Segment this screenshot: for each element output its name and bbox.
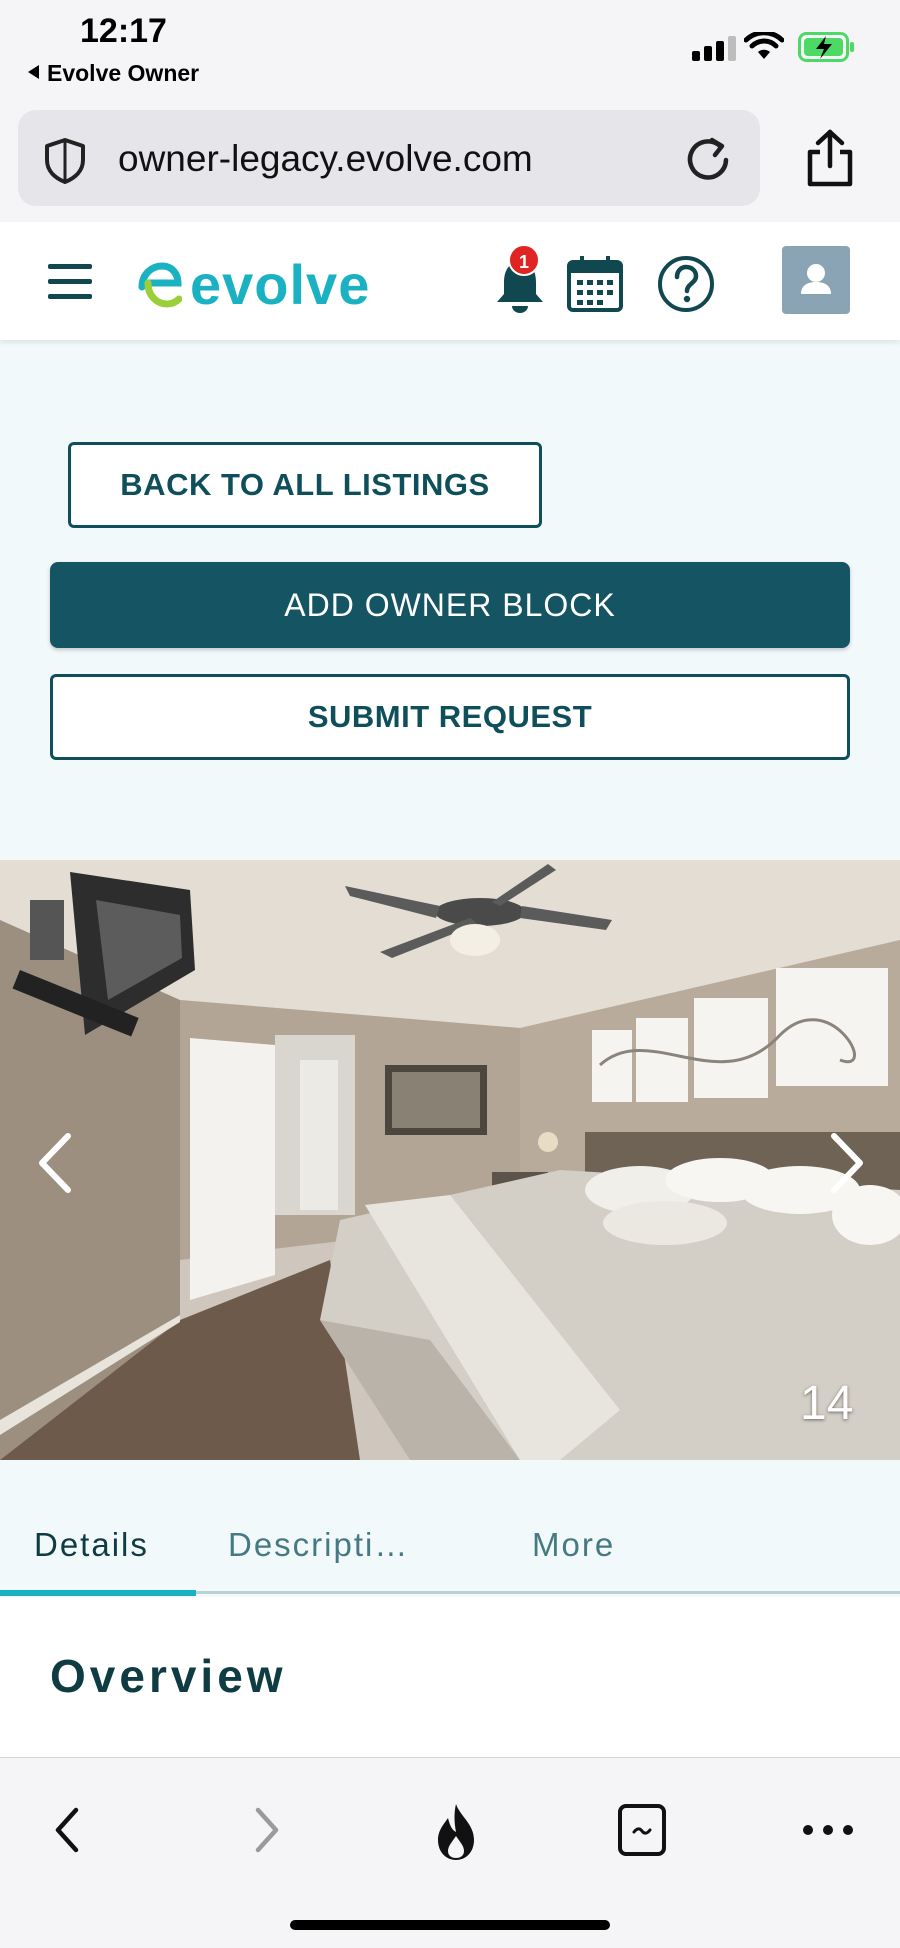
submit-request-button[interactable]: SUBMIT REQUEST (50, 674, 850, 760)
site-header: evolve 1 (0, 222, 900, 340)
next-photo-icon[interactable] (822, 1128, 872, 1198)
home-indicator (290, 1920, 610, 1930)
overview-section: Overview (0, 1597, 900, 1757)
browser-forward-icon[interactable] (246, 1800, 286, 1860)
back-to-all-listings-button[interactable]: BACK TO ALL LISTINGS (68, 442, 542, 528)
notification-count-badge: 1 (508, 244, 540, 276)
tab-description[interactable]: Descripti… (228, 1526, 409, 1564)
tabs-icon[interactable] (616, 1800, 668, 1860)
back-app-label: Evolve Owner (47, 60, 200, 86)
browser-toolbar (0, 1757, 900, 1948)
user-icon (801, 264, 831, 294)
status-time: 12:17 (80, 12, 167, 50)
previous-photo-icon[interactable] (30, 1128, 80, 1198)
back-triangle-icon (28, 65, 39, 79)
more-options-icon[interactable] (798, 1800, 858, 1860)
shield-icon (45, 138, 85, 184)
browser-back-icon[interactable] (48, 1800, 88, 1860)
evolve-logo[interactable]: evolve (136, 252, 370, 317)
address-bar[interactable]: owner-legacy.evolve.com (18, 110, 760, 206)
tab-details[interactable]: Details (34, 1526, 149, 1564)
reload-icon[interactable] (682, 134, 734, 186)
listing-photo-carousel[interactable]: 14 (0, 860, 900, 1460)
battery-charging-icon (798, 32, 854, 62)
logo-wordmark: evolve (190, 253, 371, 316)
help-icon[interactable] (656, 254, 716, 314)
add-owner-block-button[interactable]: ADD OWNER BLOCK (50, 562, 850, 648)
user-avatar-button[interactable] (782, 246, 850, 314)
listing-tabs: Details Descripti… More (0, 1460, 900, 1596)
overview-heading: Overview (50, 1650, 287, 1702)
active-tab-indicator (0, 1590, 196, 1596)
evolve-logo-mark-icon (138, 261, 182, 308)
share-icon[interactable] (802, 128, 858, 188)
bedroom-photo (0, 860, 900, 1460)
url-text: owner-legacy.evolve.com (118, 138, 533, 179)
photo-counter: 14 (800, 1377, 854, 1430)
tab-more[interactable]: More (532, 1526, 615, 1564)
browser-address-area: owner-legacy.evolve.com (0, 92, 900, 222)
cellular-signal-icon (692, 36, 736, 61)
status-bar: 12:17 Evolve Owner (0, 0, 900, 92)
menu-icon[interactable] (48, 264, 92, 300)
calendar-icon[interactable] (566, 254, 624, 314)
back-to-app-link[interactable]: Evolve Owner (28, 60, 199, 87)
notifications-button[interactable]: 1 (492, 244, 548, 316)
wifi-icon (744, 32, 784, 59)
fire-icon[interactable] (430, 1800, 482, 1864)
